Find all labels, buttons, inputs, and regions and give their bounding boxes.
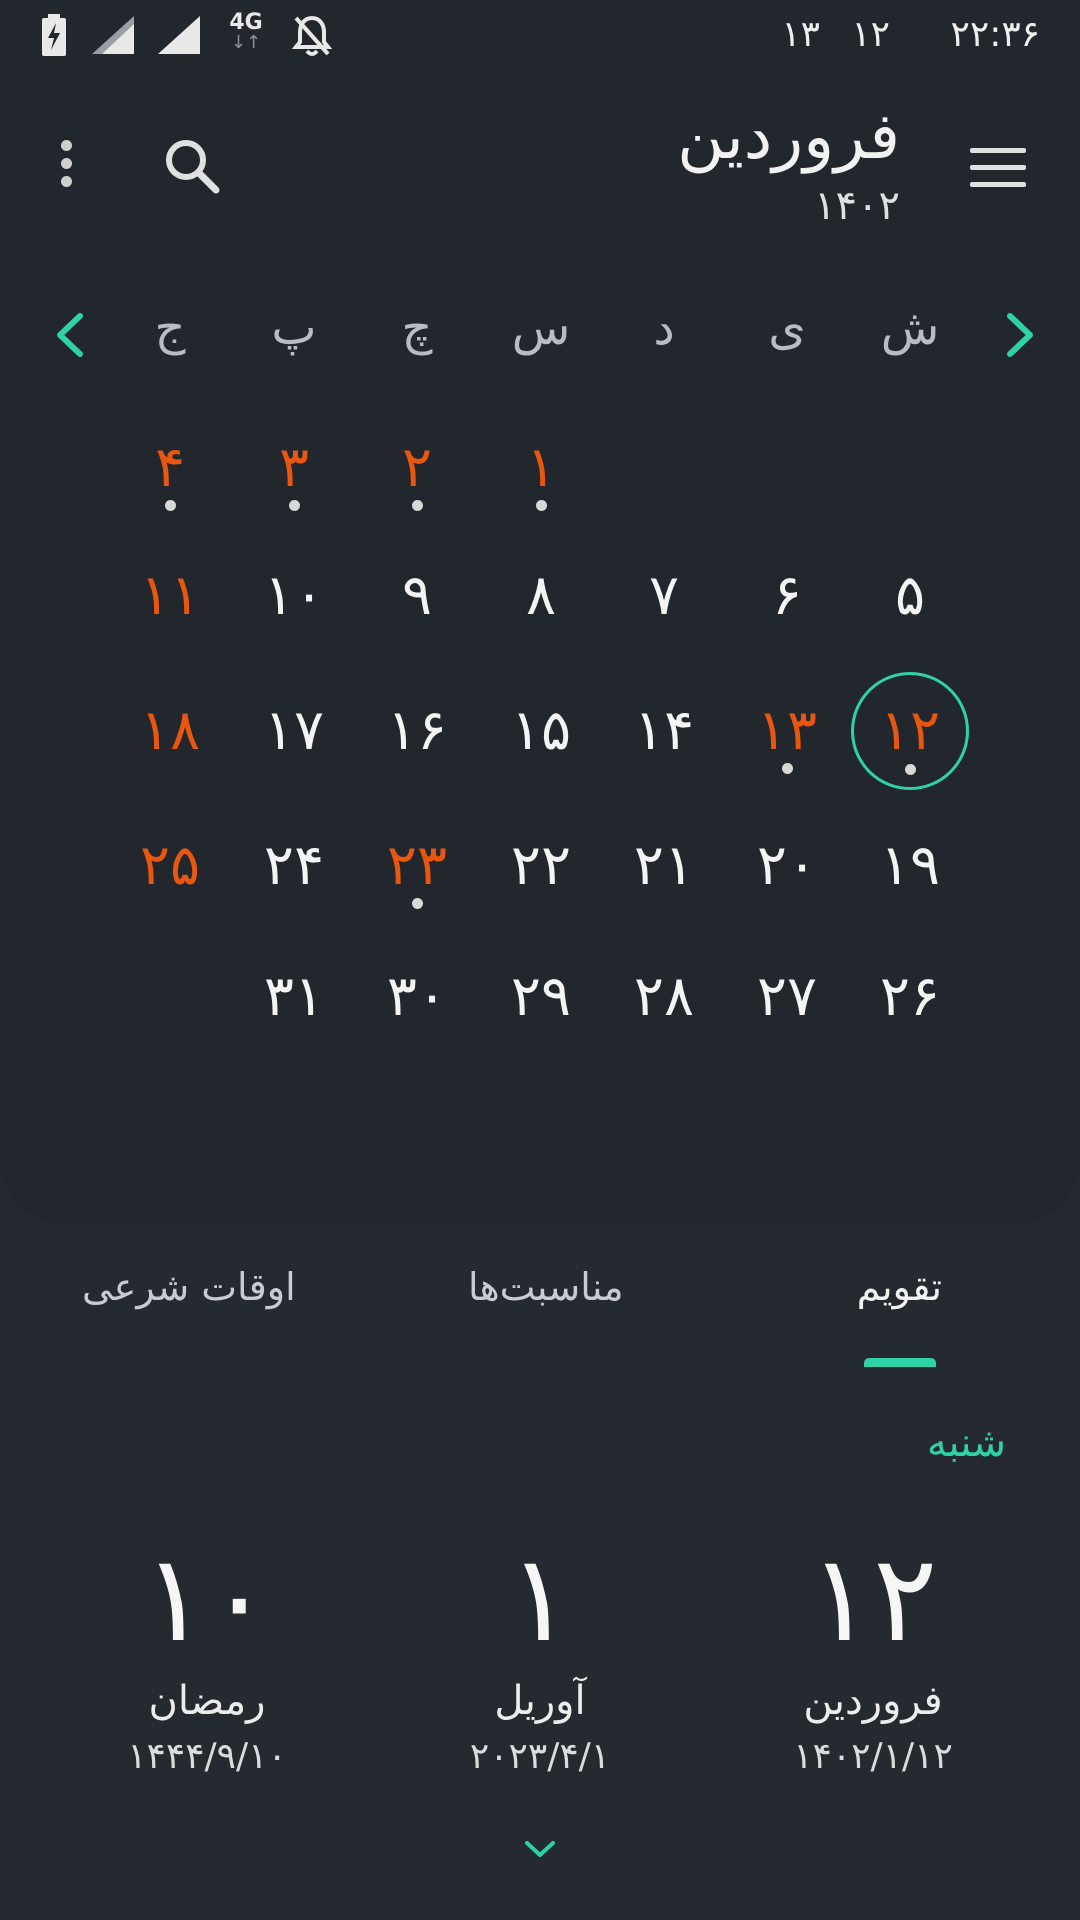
persian-month-name: فروردین [803,1678,943,1724]
hijri-month-name: رمضان [148,1678,266,1724]
gregorian-day-number: ۱ [507,1530,573,1669]
persian-date-column[interactable]: ۱۲ فروردین ۱۴۰۲/۱/۱۲ [723,0,1023,1777]
hijri-date-column[interactable]: ۱۰ رمضان ۱۴۴۴/۹/۱۰ [57,0,357,1777]
expand-chevron-icon[interactable] [523,1838,557,1860]
hijri-full-date: ۱۴۴۴/۹/۱۰ [127,1736,287,1777]
gregorian-date-column[interactable]: ۱ آوریل ۲۰۲۳/۴/۱ [390,0,690,1777]
gregorian-month-name: آوریل [494,1678,586,1724]
persian-full-date: ۱۴۰۲/۱/۱۲ [793,1736,953,1777]
persian-day-number: ۱۲ [808,1530,938,1669]
gregorian-full-date: ۲۰۲۳/۴/۱ [469,1736,611,1777]
hijri-day-number: ۱۰ [142,1530,272,1669]
